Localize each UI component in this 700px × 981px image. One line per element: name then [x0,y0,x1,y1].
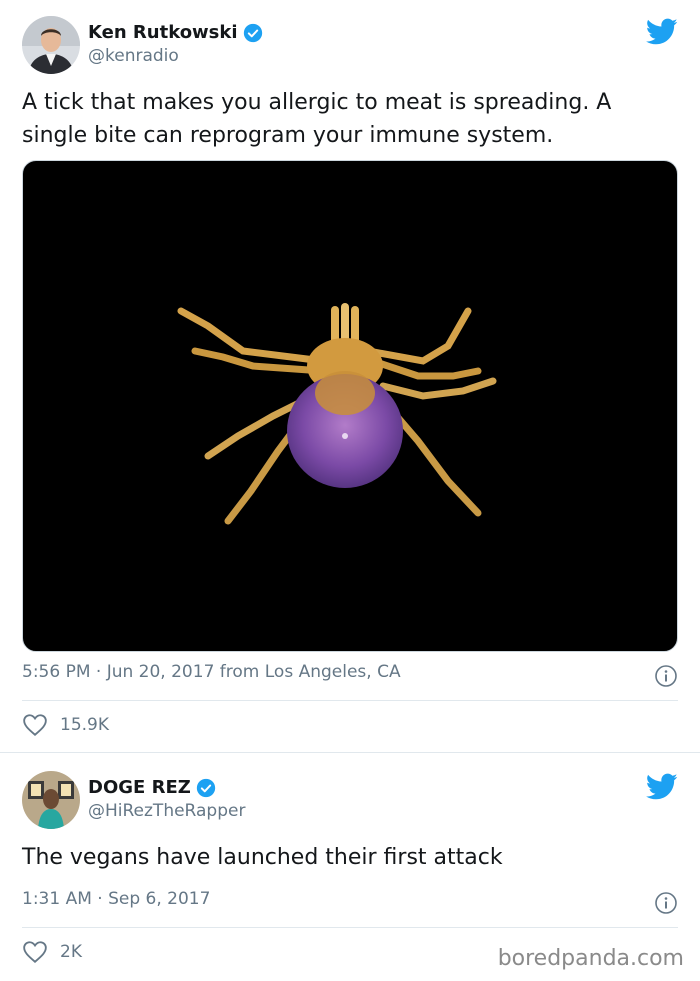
info-icon[interactable] [654,664,678,688]
tweet-card-1: Ken Rutkowski @kenradio A tick that make… [0,0,700,752]
tweet-text: The vegans have launched their first att… [22,845,503,870]
twitter-bird-icon[interactable] [646,773,678,801]
twitter-bird-icon[interactable] [646,18,678,46]
like-button[interactable]: 2K [22,940,82,964]
like-button[interactable]: 15.9K [22,713,109,737]
verified-badge-icon [196,778,215,797]
avatar[interactable] [22,16,80,74]
tick-photo [177,303,497,525]
user-handle[interactable]: @kenradio [88,46,179,66]
divider [22,700,678,701]
like-count: 15.9K [60,715,109,735]
avatar[interactable] [22,771,80,829]
display-name[interactable]: Ken Rutkowski [88,22,263,43]
divider [22,927,678,928]
info-icon[interactable] [654,891,678,915]
tweet-timestamp[interactable]: 5:56 PM · Jun 20, 2017 from Los Angeles,… [22,662,401,682]
tweet-timestamp[interactable]: 1:31 AM · Sep 6, 2017 [22,889,210,909]
verified-badge-icon [243,23,262,42]
heart-icon [23,941,47,963]
heart-icon [23,714,47,736]
user-handle[interactable]: @HiRezTheRapper [88,801,245,821]
tweet-media-image[interactable] [22,160,678,652]
tweet-text: A tick that makes you allergic to meat i… [22,90,612,148]
watermark: boredpanda.com [497,946,684,971]
like-count: 2K [60,942,82,962]
display-name[interactable]: DOGE REZ [88,777,216,798]
